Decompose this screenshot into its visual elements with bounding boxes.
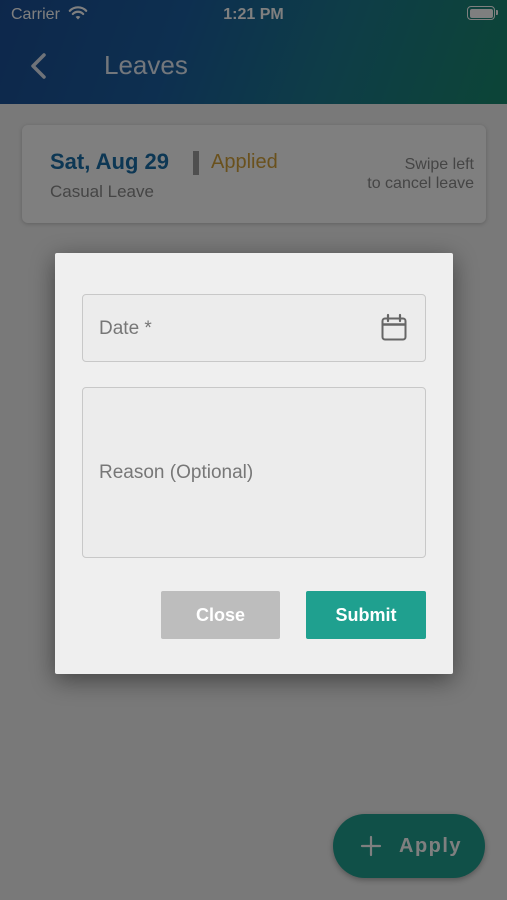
date-field[interactable]: Date *	[82, 294, 426, 362]
calendar-icon[interactable]	[379, 313, 409, 343]
date-field-placeholder: Date *	[99, 318, 152, 339]
submit-button[interactable]: Submit	[306, 591, 426, 639]
apply-leave-dialog: Date * Reason (Optional) Close Submit	[55, 253, 453, 674]
reason-placeholder: Reason (Optional)	[99, 462, 254, 483]
close-button[interactable]: Close	[161, 591, 280, 639]
reason-textarea[interactable]: Reason (Optional)	[82, 387, 426, 558]
